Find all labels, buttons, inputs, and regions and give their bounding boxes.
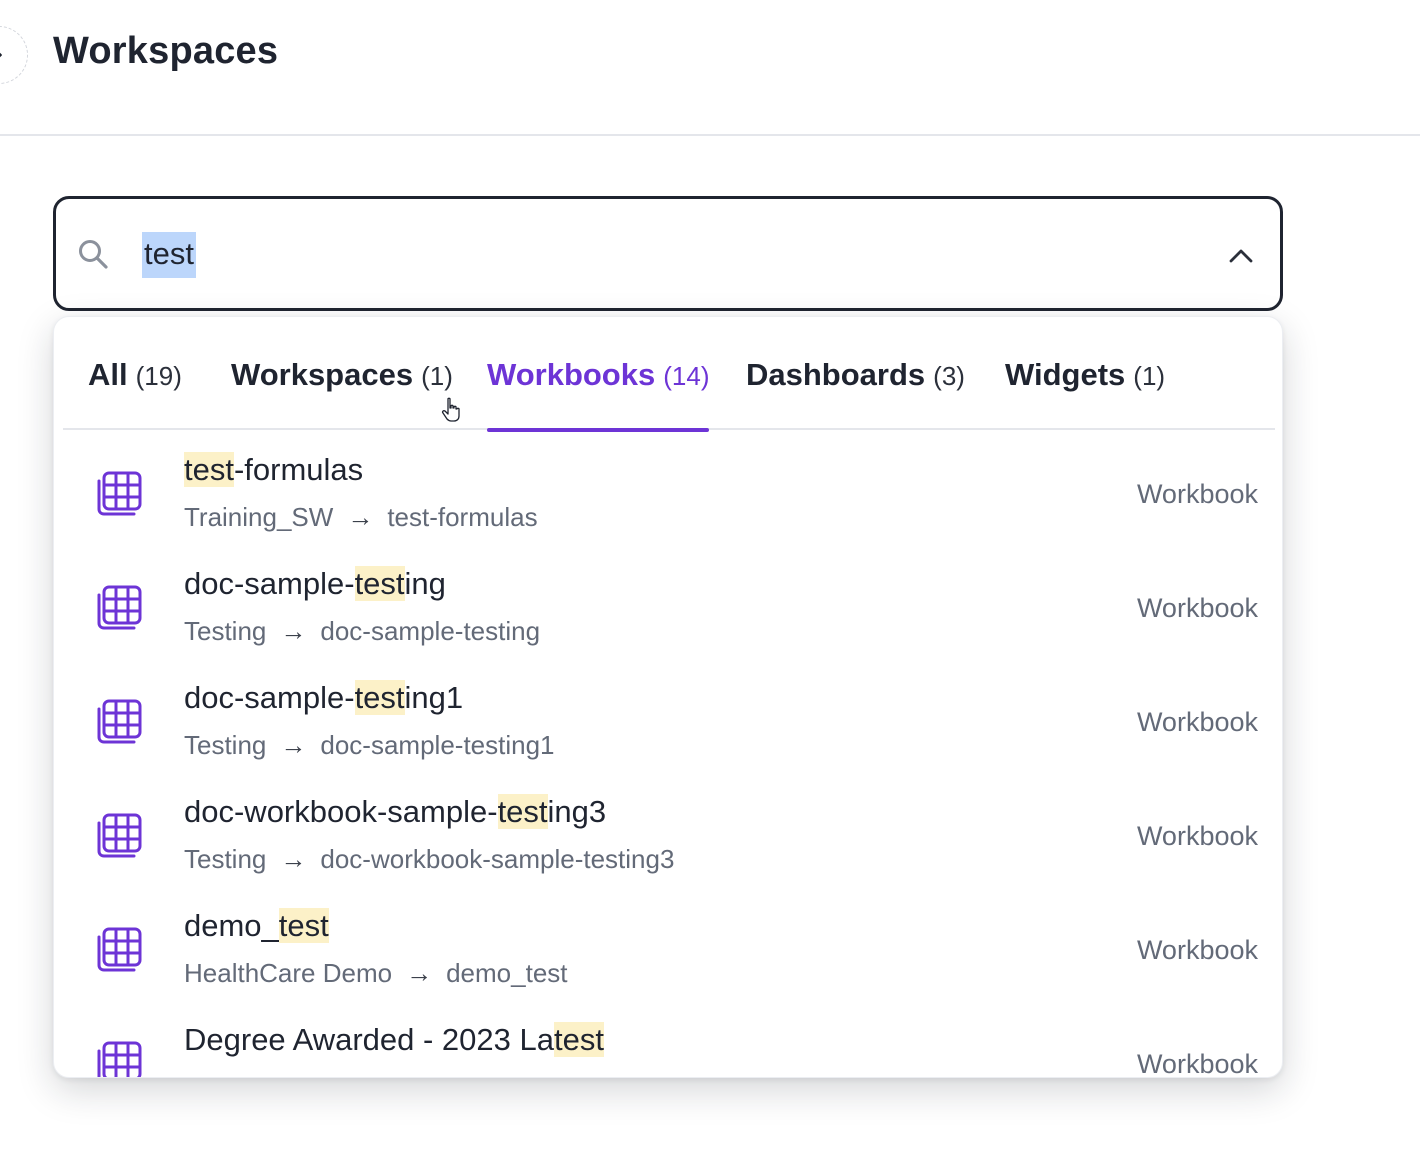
tab-count: (1) bbox=[421, 361, 453, 391]
tab-dashboards[interactable]: Dashboards (3) bbox=[746, 357, 965, 430]
page-header: Workspaces bbox=[0, 0, 1420, 136]
tab-count: (19) bbox=[135, 361, 182, 391]
result-path: Training_SW → test-formulas bbox=[184, 502, 538, 532]
result-tabs: All (19) Workspaces (1) Workbooks (14) Dash… bbox=[63, 317, 1275, 432]
result-type: Workbook bbox=[1136, 935, 1258, 965]
tab-label: Widgets bbox=[1005, 357, 1126, 392]
workbook-grid-icon bbox=[97, 813, 142, 858]
result-type: Workbook bbox=[1136, 479, 1258, 509]
tab-widgets[interactable]: Widgets (1) bbox=[1005, 357, 1165, 430]
tab-label: All bbox=[88, 357, 128, 392]
tab-workbooks[interactable]: Workbooks (14) bbox=[487, 357, 710, 432]
workbook-grid-icon bbox=[97, 927, 142, 972]
result-title: Degree Awarded - 2023 Latest bbox=[184, 1022, 604, 1057]
tab-count: (14) bbox=[663, 361, 710, 391]
tab-workspaces[interactable]: Workspaces (1) bbox=[231, 357, 453, 430]
result-type: Workbook bbox=[1136, 593, 1258, 623]
search-icon bbox=[79, 240, 108, 269]
result-item[interactable]: doc-workbook-sample-testing3 Testing → doc… bbox=[54, 774, 1282, 888]
page-title: Workspaces bbox=[53, 30, 279, 72]
result-path: Testing → doc-sample-testing1 bbox=[184, 730, 555, 760]
arrow-right-icon: → bbox=[280, 844, 307, 874]
workbook-grid-icon bbox=[97, 471, 142, 516]
match-highlight: test bbox=[354, 680, 405, 715]
match-highlight: test bbox=[553, 1022, 604, 1057]
result-type: Workbook bbox=[1136, 821, 1258, 851]
arrow-right-icon: → bbox=[406, 958, 433, 988]
results-list: test-formulas Training_SW → test-formulas … bbox=[54, 432, 1282, 1077]
result-item[interactable]: Degree Awarded - 2023 Latest Workbook bbox=[54, 1002, 1282, 1077]
tab-label: Workbooks bbox=[487, 357, 656, 392]
result-item[interactable]: test-formulas Training_SW → test-formulas … bbox=[54, 432, 1282, 546]
result-path: HealthCare Demo → demo_test bbox=[184, 958, 568, 988]
arrow-right-icon: → bbox=[280, 730, 307, 760]
result-title: doc-workbook-sample-testing3 bbox=[184, 794, 607, 829]
result-title: demo_test bbox=[184, 908, 329, 943]
tab-label: Dashboards bbox=[746, 357, 926, 392]
search-results-dropdown: All (19) Workspaces (1) Workbooks (14) Dash… bbox=[53, 316, 1283, 1078]
result-title: test-formulas bbox=[184, 452, 364, 487]
chevron-up-icon[interactable] bbox=[1226, 241, 1256, 271]
workbook-grid-icon bbox=[97, 1041, 142, 1077]
result-path: Testing → doc-sample-testing bbox=[184, 616, 541, 646]
workbook-grid-icon bbox=[97, 699, 142, 744]
match-highlight: test bbox=[278, 908, 329, 943]
arrow-right-icon: → bbox=[280, 616, 307, 646]
tab-all[interactable]: All (19) bbox=[88, 357, 182, 430]
tab-count: (3) bbox=[933, 361, 965, 391]
result-title: doc-sample-testing1 bbox=[184, 680, 464, 715]
result-item[interactable]: doc-sample-testing Testing → doc-sample-te… bbox=[54, 546, 1282, 660]
hand-cursor-icon bbox=[441, 397, 460, 422]
result-title: doc-sample-testing bbox=[184, 566, 446, 601]
sidebar-expand-button[interactable] bbox=[0, 26, 28, 84]
search-input[interactable]: test bbox=[142, 232, 196, 278]
match-highlight: test bbox=[184, 452, 234, 487]
match-highlight: test bbox=[354, 566, 405, 601]
result-path: Testing → doc-workbook-sample-testing3 bbox=[184, 844, 675, 874]
result-type: Workbook bbox=[1136, 707, 1258, 737]
result-item[interactable]: demo_test HealthCare Demo → demo_test Work… bbox=[54, 888, 1282, 1002]
match-highlight: test bbox=[497, 794, 548, 829]
search-box[interactable]: test bbox=[53, 196, 1283, 311]
workbook-grid-icon bbox=[97, 585, 142, 630]
tab-count: (1) bbox=[1133, 361, 1166, 391]
result-item[interactable]: doc-sample-testing1 Testing → doc-sample-t… bbox=[54, 660, 1282, 774]
result-type: Workbook bbox=[1136, 1049, 1258, 1077]
arrow-right-icon: → bbox=[347, 502, 374, 532]
tab-label: Workspaces bbox=[231, 357, 414, 392]
chevron-right-icon bbox=[0, 52, 2, 58]
